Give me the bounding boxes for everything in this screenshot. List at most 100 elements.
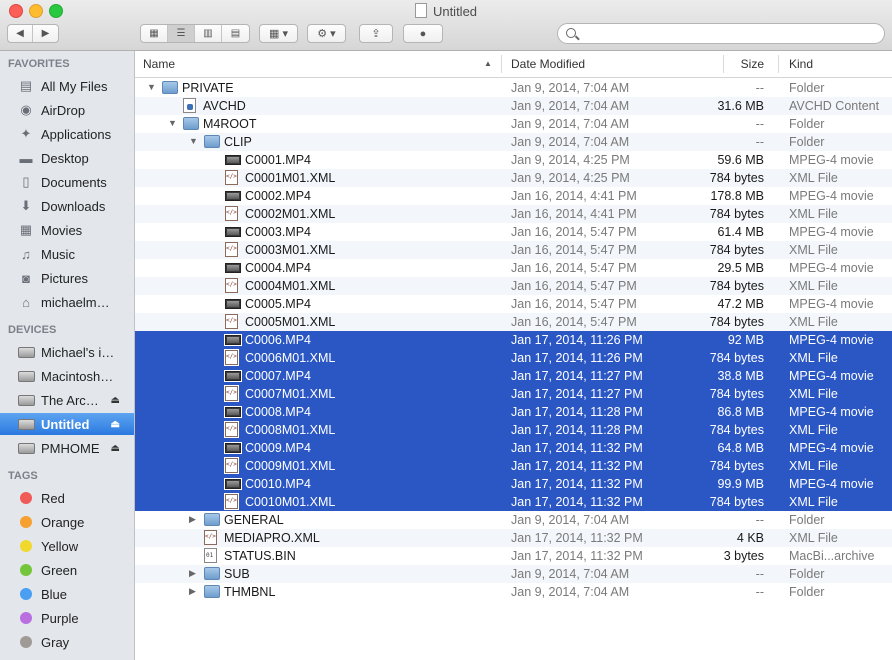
file-size: 784 bytes	[709, 423, 764, 437]
sidebar-tag-green[interactable]: Green	[0, 559, 134, 581]
file-row[interactable]: STATUS.BIN Jan 17, 2014, 11:32 PM 3 bytes M…	[135, 547, 892, 565]
file-row[interactable]: C0004.MP4 Jan 16, 2014, 5:47 PM 29.5 MB MPE…	[135, 259, 892, 277]
sidebar-tag-orange[interactable]: Orange	[0, 511, 134, 533]
sidebar-tag-red[interactable]: Red	[0, 487, 134, 509]
file-row[interactable]: C0005M01.XML Jan 16, 2014, 5:47 PM 784 byt…	[135, 313, 892, 331]
date-modified: Jan 9, 2014, 7:04 AM	[511, 81, 630, 95]
disclosure-open-icon[interactable]: ▼	[147, 82, 156, 92]
date-modified: Jan 9, 2014, 7:04 AM	[511, 117, 630, 131]
file-row[interactable]: C0009.MP4 Jan 17, 2014, 11:32 PM 64.8 MB MP…	[135, 439, 892, 457]
sidebar-tag-yellow[interactable]: Yellow	[0, 535, 134, 557]
folder-row[interactable]: ▼ PRIVATE Jan 9, 2014, 7:04 AM -- Folder	[135, 79, 892, 97]
folder-row[interactable]: ▼ M4ROOT Jan 9, 2014, 7:04 AM -- Folder	[135, 115, 892, 133]
date-modified: Jan 16, 2014, 5:47 PM	[511, 315, 637, 329]
disclosure-closed-icon[interactable]: ▶	[189, 514, 196, 525]
icon-view-icon: ▦	[149, 28, 159, 39]
sidebar-item-label: The Arc…	[41, 392, 99, 408]
sidebar-item-home[interactable]: ⌂ michaelm…	[0, 291, 134, 313]
sidebar-item-desktop[interactable]: ▬ Desktop	[0, 147, 134, 169]
cover-flow-button[interactable]: ▤	[222, 25, 249, 42]
sidebar-item-airdrop[interactable]: ◉ AirDrop	[0, 99, 134, 121]
file-kind: XML File	[789, 171, 838, 185]
sd-card-icon-shape	[17, 418, 35, 430]
disclosure-open-icon[interactable]: ▼	[168, 118, 177, 128]
sidebar-device-hard-drive[interactable]: Macintosh…	[0, 365, 134, 387]
sidebar-item-movies[interactable]: ▦ Movies	[0, 219, 134, 241]
file-row[interactable]: C0002.MP4 Jan 16, 2014, 4:41 PM 178.8 MB MP…	[135, 187, 892, 205]
sidebar-item-all-files[interactable]: ▤ All My Files	[0, 75, 134, 97]
file-row[interactable]: MEDIAPRO.XML Jan 17, 2014, 11:32 PM 4 KB XM…	[135, 529, 892, 547]
column-divider[interactable]	[501, 55, 502, 73]
sidebar-item-downloads[interactable]: ⬇ Downloads	[0, 195, 134, 217]
file-row[interactable]: C0007M01.XML Jan 17, 2014, 11:27 PM 784 by…	[135, 385, 892, 403]
folder-row[interactable]: ▶ THMBNL Jan 9, 2014, 7:04 AM -- Folder	[135, 583, 892, 601]
sidebar-item-pictures[interactable]: ◙ Pictures	[0, 267, 134, 289]
sidebar-tag-blue[interactable]: Blue	[0, 583, 134, 605]
downloads-icon: ⬇	[20, 198, 32, 213]
share-button[interactable]: ⇪	[359, 24, 393, 43]
column-divider[interactable]	[723, 55, 724, 73]
file-row[interactable]: C0002M01.XML Jan 16, 2014, 4:41 PM 784 byt…	[135, 205, 892, 223]
column-divider[interactable]	[778, 55, 779, 73]
disclosure-open-icon[interactable]: ▼	[189, 136, 198, 146]
file-name: C0007.MP4	[245, 369, 312, 383]
file-row[interactable]: C0006M01.XML Jan 17, 2014, 11:26 PM 784 by…	[135, 349, 892, 367]
xml-file-icon	[225, 314, 238, 329]
column-header-size[interactable]: Size	[741, 57, 764, 71]
column-header-kind[interactable]: Kind	[789, 57, 813, 71]
sidebar-device-sd-card[interactable]: Untitled ⏏	[0, 413, 134, 435]
sidebar-device-imac[interactable]: Michael's i…	[0, 341, 134, 363]
tag-dot-icon	[17, 491, 35, 505]
column-view-button[interactable]: ▥	[195, 25, 222, 42]
search-input[interactable]	[582, 25, 876, 43]
sidebar-item-music[interactable]: ♫ Music	[0, 243, 134, 265]
file-row[interactable]: C0008M01.XML Jan 17, 2014, 11:28 PM 784 by…	[135, 421, 892, 439]
folder-row[interactable]: ▼ CLIP Jan 9, 2014, 7:04 AM -- Folder	[135, 133, 892, 151]
folder-icon	[204, 135, 220, 148]
tag-color-dot	[20, 564, 32, 576]
file-row[interactable]: C0004M01.XML Jan 16, 2014, 5:47 PM 784 byt…	[135, 277, 892, 295]
movies-icon: ▦	[19, 222, 33, 237]
eject-icon[interactable]: ⏏	[111, 395, 120, 406]
file-name: C0003.MP4	[245, 225, 312, 239]
file-row[interactable]: C0010M01.XML Jan 17, 2014, 11:32 PM 784 by…	[135, 493, 892, 511]
disclosure-closed-icon[interactable]: ▶	[189, 568, 196, 579]
file-row[interactable]: C0003.MP4 Jan 16, 2014, 5:47 PM 61.4 MB MPE…	[135, 223, 892, 241]
file-row[interactable]: C0006.MP4 Jan 17, 2014, 11:26 PM 92 MB MPEG…	[135, 331, 892, 349]
folder-row[interactable]: ▶ SUB Jan 9, 2014, 7:04 AM -- Folder	[135, 565, 892, 583]
folder-row[interactable]: ▶ GENERAL Jan 9, 2014, 7:04 AM -- Folder	[135, 511, 892, 529]
binary-file-icon	[204, 548, 217, 563]
sidebar-item-applications[interactable]: ✦ Applications	[0, 123, 134, 145]
disclosure-closed-icon[interactable]: ▶	[189, 586, 196, 597]
file-row[interactable]: C0007.MP4 Jan 17, 2014, 11:27 PM 38.8 MB MP…	[135, 367, 892, 385]
file-row[interactable]: C0003M01.XML Jan 16, 2014, 5:47 PM 784 byt…	[135, 241, 892, 259]
back-button[interactable]: ◀	[8, 25, 34, 42]
file-row[interactable]: C0001.MP4 Jan 9, 2014, 4:25 PM 59.6 MB MPEG…	[135, 151, 892, 169]
edit-tags-button[interactable]: ●	[403, 24, 443, 43]
file-size: 99.9 MB	[717, 477, 764, 491]
arrange-button[interactable]: ▦ ▾	[259, 24, 298, 43]
sidebar-device-usb-drive[interactable]: PMHOME ⏏	[0, 437, 134, 459]
tag-color-dot	[20, 540, 32, 552]
forward-button[interactable]: ▶	[33, 25, 58, 42]
avchd-file-icon	[183, 98, 196, 113]
eject-icon[interactable]: ⏏	[111, 443, 120, 454]
sidebar-tag-gray[interactable]: Gray	[0, 631, 134, 653]
sidebar-item-documents[interactable]: ▯ Documents	[0, 171, 134, 193]
file-row[interactable]: C0001M01.XML Jan 9, 2014, 4:25 PM 784 byte…	[135, 169, 892, 187]
icon-view-button[interactable]: ▦	[141, 25, 168, 42]
action-button[interactable]: ⚙ ▾	[307, 24, 346, 43]
eject-icon[interactable]: ⏏	[111, 419, 120, 430]
column-header-date[interactable]: Date Modified	[511, 57, 585, 71]
sidebar-tag-purple[interactable]: Purple	[0, 607, 134, 629]
file-row[interactable]: C0010.MP4 Jan 17, 2014, 11:32 PM 99.9 MB MP…	[135, 475, 892, 493]
list-view-button[interactable]: ☰	[168, 25, 195, 42]
file-row[interactable]: AVCHD Jan 9, 2014, 7:04 AM 31.6 MB AVCHD Co…	[135, 97, 892, 115]
file-row[interactable]: C0005.MP4 Jan 16, 2014, 5:47 PM 47.2 MB MPE…	[135, 295, 892, 313]
sidebar-item-label: Desktop	[41, 150, 89, 166]
file-row[interactable]: C0009M01.XML Jan 17, 2014, 11:32 PM 784 by…	[135, 457, 892, 475]
sidebar-device-external-drive[interactable]: The Arc… ⏏	[0, 389, 134, 411]
file-row[interactable]: C0008.MP4 Jan 17, 2014, 11:28 PM 86.8 MB MP…	[135, 403, 892, 421]
column-header-name[interactable]: Name	[143, 57, 175, 71]
search-field[interactable]	[557, 23, 885, 44]
